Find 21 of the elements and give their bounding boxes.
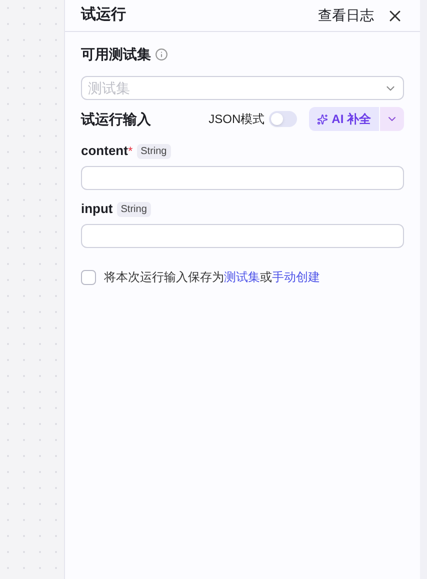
json-mode-switch[interactable] — [268, 111, 297, 127]
log-link[interactable]: 查看日志 — [318, 5, 374, 26]
run-input-label: 试运行输入 — [81, 110, 151, 128]
ai-dropdown-button[interactable] — [380, 107, 404, 131]
sparkle-icon — [316, 114, 328, 124]
save-checkbox[interactable] — [81, 270, 96, 284]
type-tag: String — [136, 144, 171, 158]
panel-title: 试运行 — [81, 5, 126, 26]
manual-create-link[interactable]: 手动创建 — [272, 270, 320, 284]
save-text: 将本次运行输入保存为测试集或手动创建 — [104, 269, 320, 286]
field-label: input — [81, 200, 113, 218]
testset-label: 可用测试集 — [81, 44, 151, 64]
input-field[interactable] — [81, 166, 404, 190]
type-tag: String — [116, 202, 151, 216]
field-label: content — [81, 142, 128, 160]
info-icon — [155, 48, 168, 60]
json-mode-label: JSON模式 — [208, 111, 265, 128]
input-field[interactable] — [81, 224, 404, 248]
required-mark: * — [128, 143, 133, 160]
ai-complete-button[interactable]: AI 补全 — [308, 107, 379, 131]
testset-link[interactable]: 测试集 — [224, 270, 260, 284]
